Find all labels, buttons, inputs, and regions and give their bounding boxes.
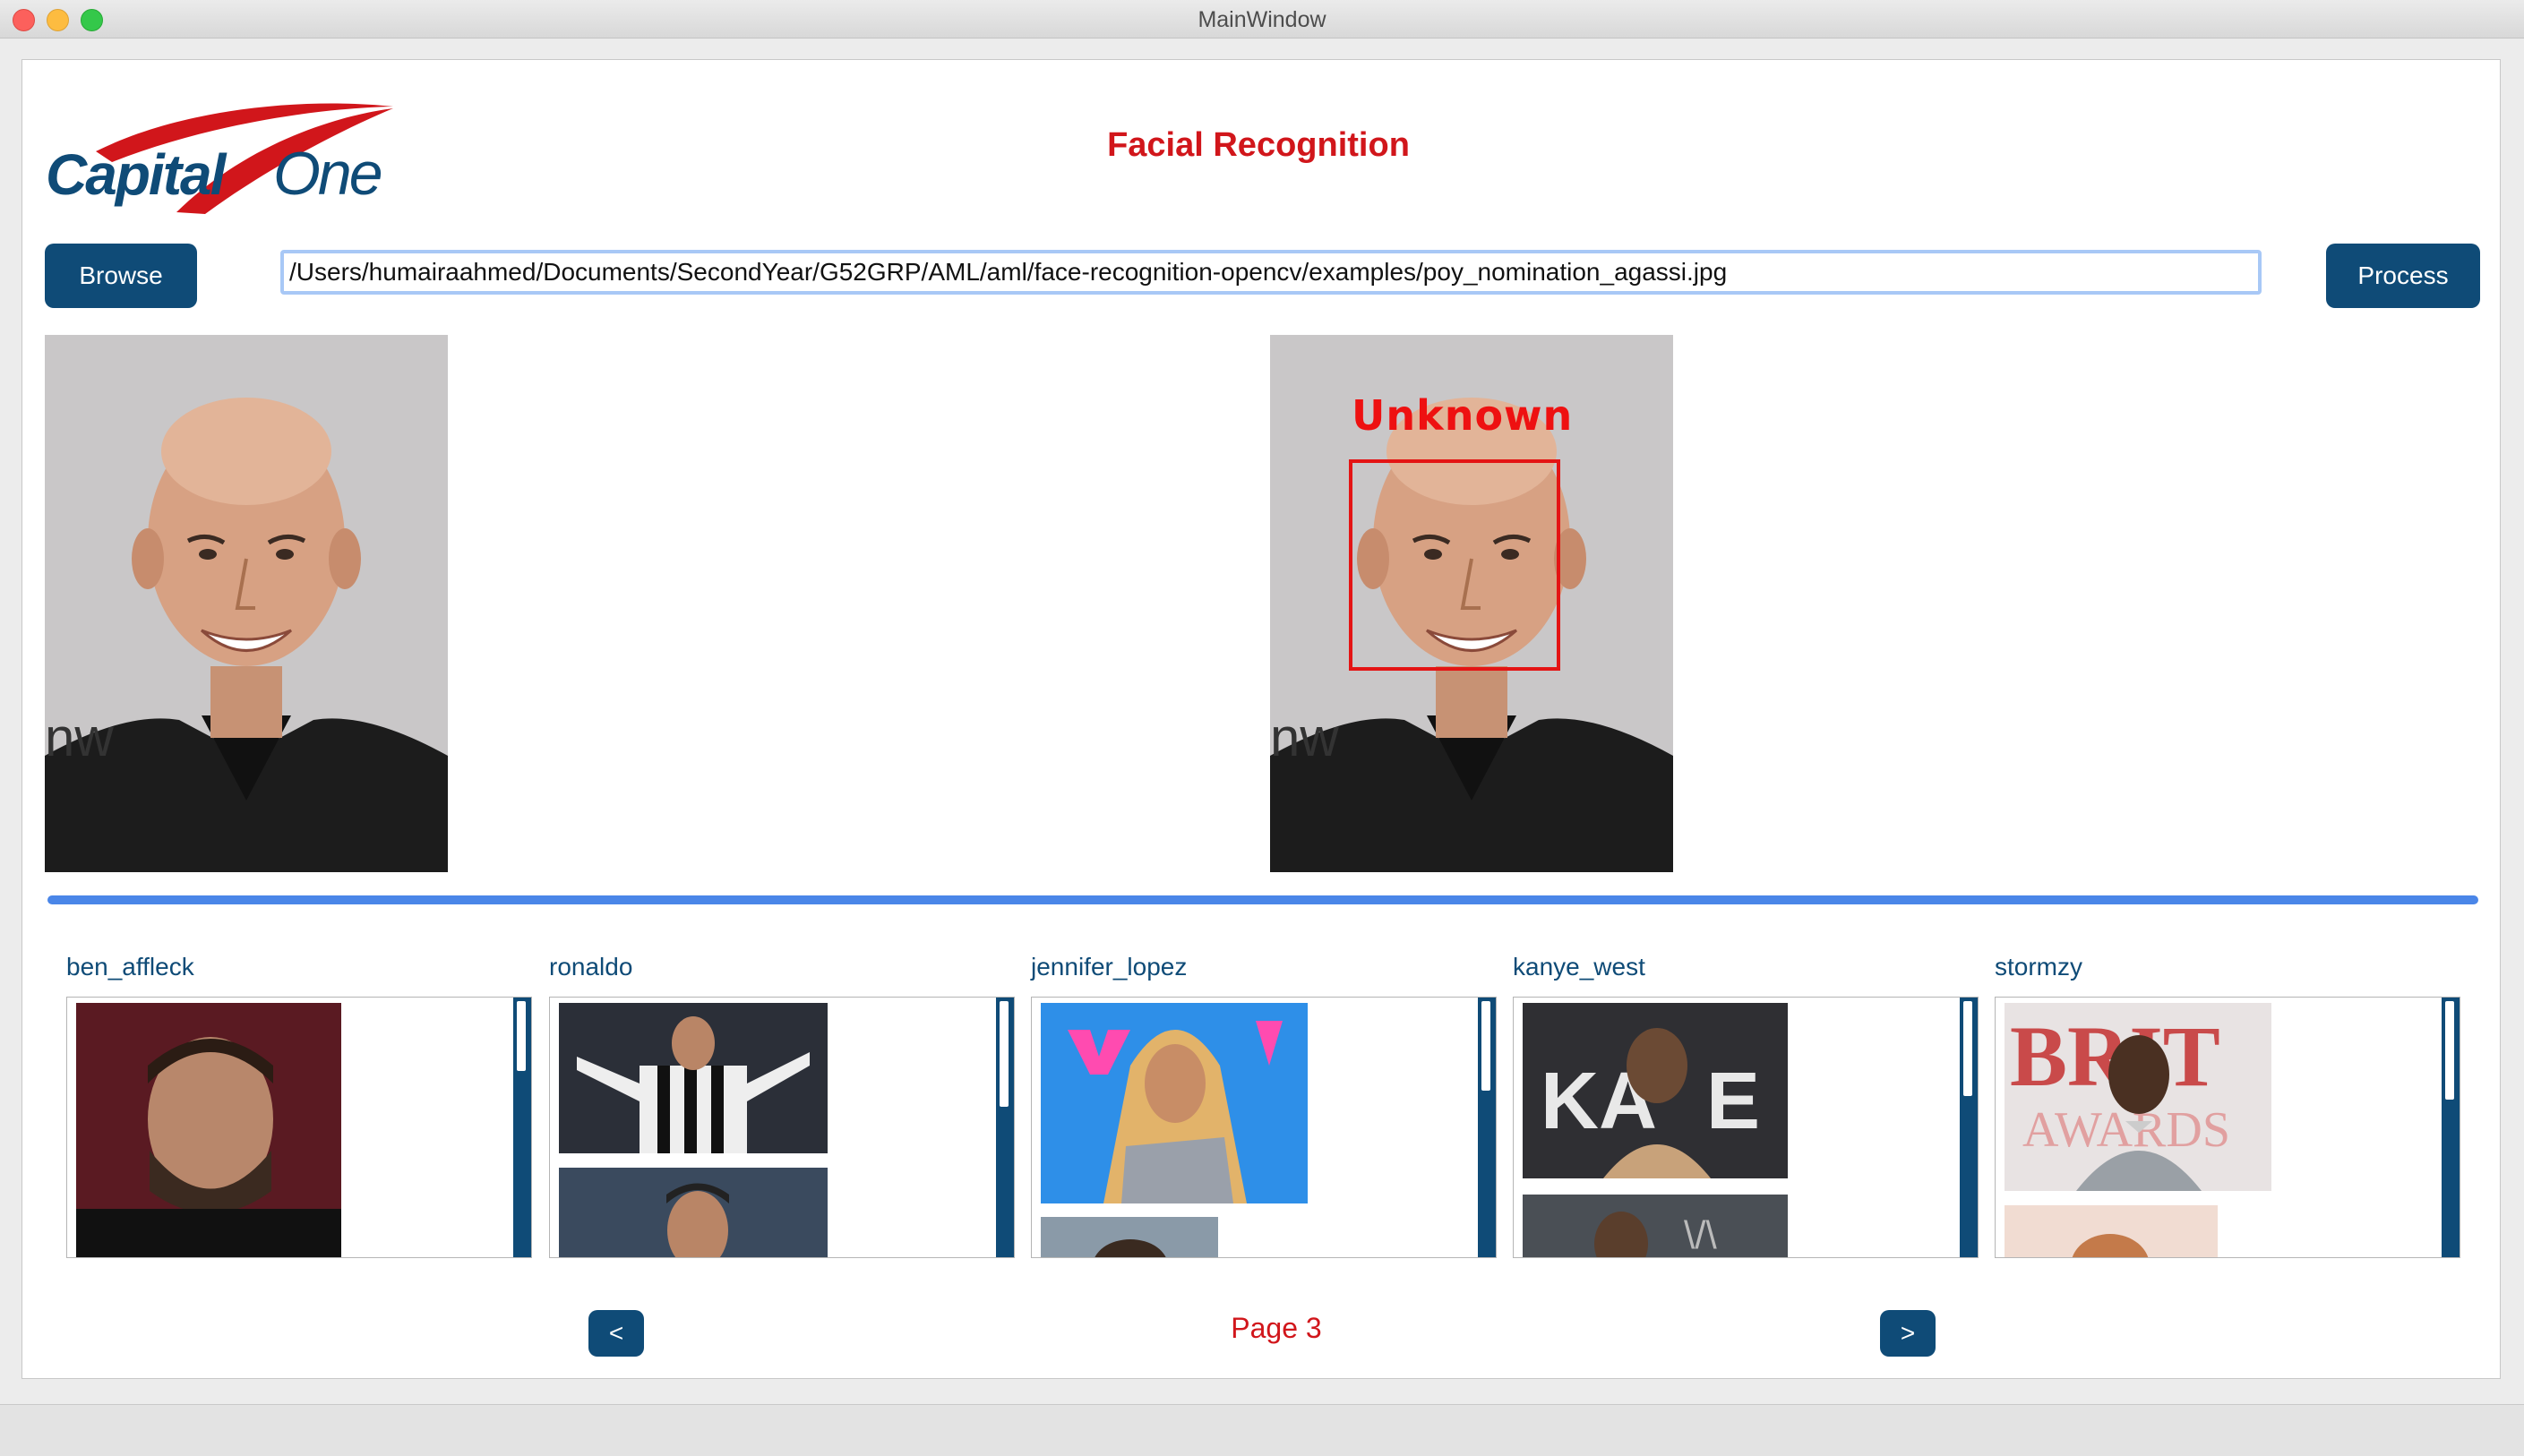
vertical-scrollbar[interactable]	[513, 998, 531, 1257]
window-bottom-strip	[0, 1404, 2524, 1456]
progress-divider	[47, 895, 2478, 904]
vertical-scrollbar[interactable]	[1960, 998, 1978, 1257]
previous-page-button[interactable]: <	[588, 1310, 644, 1357]
svg-text:nw: nw	[1270, 707, 1339, 767]
gallery-name: ronaldo	[549, 953, 633, 981]
svg-text:nw: nw	[45, 707, 114, 767]
svg-text:E: E	[1706, 1057, 1760, 1146]
gallery-name: stormzy	[1995, 953, 2082, 981]
gallery-box-ronaldo[interactable]	[549, 997, 1015, 1258]
gallery-name: jennifer_lopez	[1031, 953, 1188, 981]
gallery-name: ben_affleck	[66, 953, 194, 981]
gallery-name: kanye_west	[1513, 953, 1645, 981]
face-detection-box	[1349, 459, 1560, 671]
vertical-scrollbar[interactable]	[2442, 998, 2460, 1257]
gallery-thumbnail	[1041, 1217, 1218, 1257]
gallery-thumbnail	[1041, 1003, 1308, 1203]
original-image: nw	[45, 335, 448, 872]
gallery-thumbnail	[2005, 1205, 2218, 1257]
window-title: MainWindow	[1198, 7, 1326, 32]
page-indicator: Page 3	[1231, 1312, 1322, 1344]
vertical-scrollbar[interactable]	[996, 998, 1014, 1257]
svg-text:AWARDS: AWARDS	[2022, 1102, 2230, 1158]
main-panel: Capital One Facial Recognition Browse Pr…	[21, 59, 2501, 1379]
gallery-thumbnail	[559, 1003, 828, 1153]
gallery-thumbnail	[559, 1168, 828, 1257]
app-title: Facial Recognition	[1107, 126, 1410, 164]
file-path-input[interactable]	[280, 250, 2262, 295]
browse-button[interactable]: Browse	[45, 244, 197, 308]
svg-text:Capital: Capital	[46, 142, 228, 207]
gallery-box-stormzy[interactable]: BRITAWARDS	[1995, 997, 2460, 1258]
gallery-box-jennifer-lopez[interactable]	[1031, 997, 1497, 1258]
gallery-thumbnail	[76, 1003, 341, 1257]
gallery-thumbnail: \/\	[1523, 1195, 1788, 1257]
gallery-box-kanye-west[interactable]: KA E \/\	[1513, 997, 1979, 1258]
svg-text:\/\: \/\	[1684, 1213, 1717, 1257]
gallery-thumbnail: BRITAWARDS	[2005, 1003, 2271, 1191]
gallery-thumbnail: KA E	[1523, 1003, 1788, 1178]
face-identity-label: Unknown	[1352, 391, 1574, 440]
window-titlebar[interactable]: MainWindow	[0, 0, 2524, 39]
next-page-button[interactable]: >	[1880, 1310, 1936, 1357]
vertical-scrollbar[interactable]	[1478, 998, 1496, 1257]
gallery-box-ben-affleck[interactable]	[66, 997, 532, 1258]
process-button[interactable]: Process	[2326, 244, 2480, 308]
capital-one-logo: Capital One	[46, 103, 393, 214]
svg-text:One: One	[273, 140, 382, 208]
